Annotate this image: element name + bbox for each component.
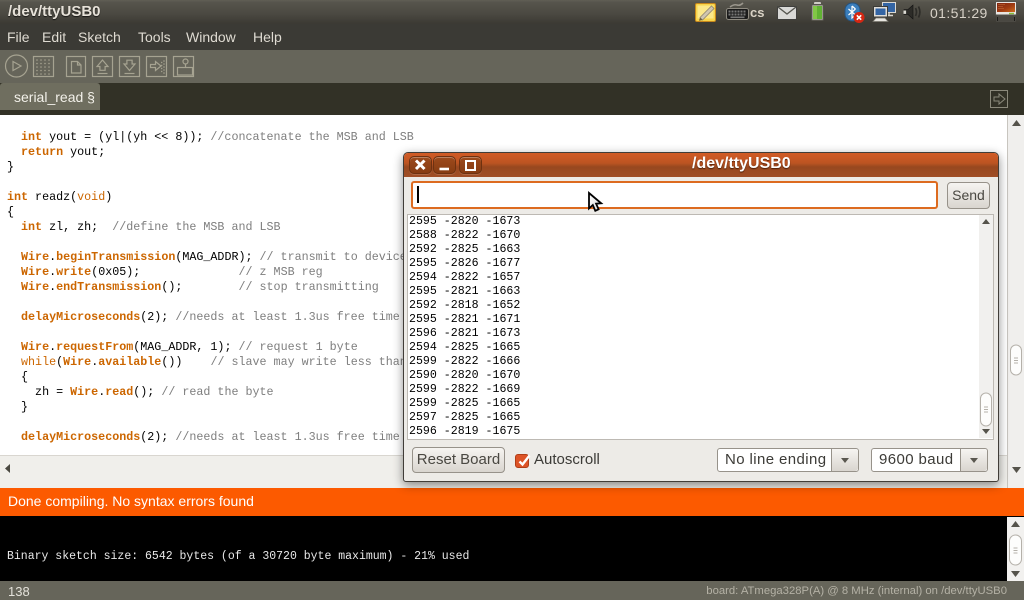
svg-text:cs: cs [750,5,764,20]
